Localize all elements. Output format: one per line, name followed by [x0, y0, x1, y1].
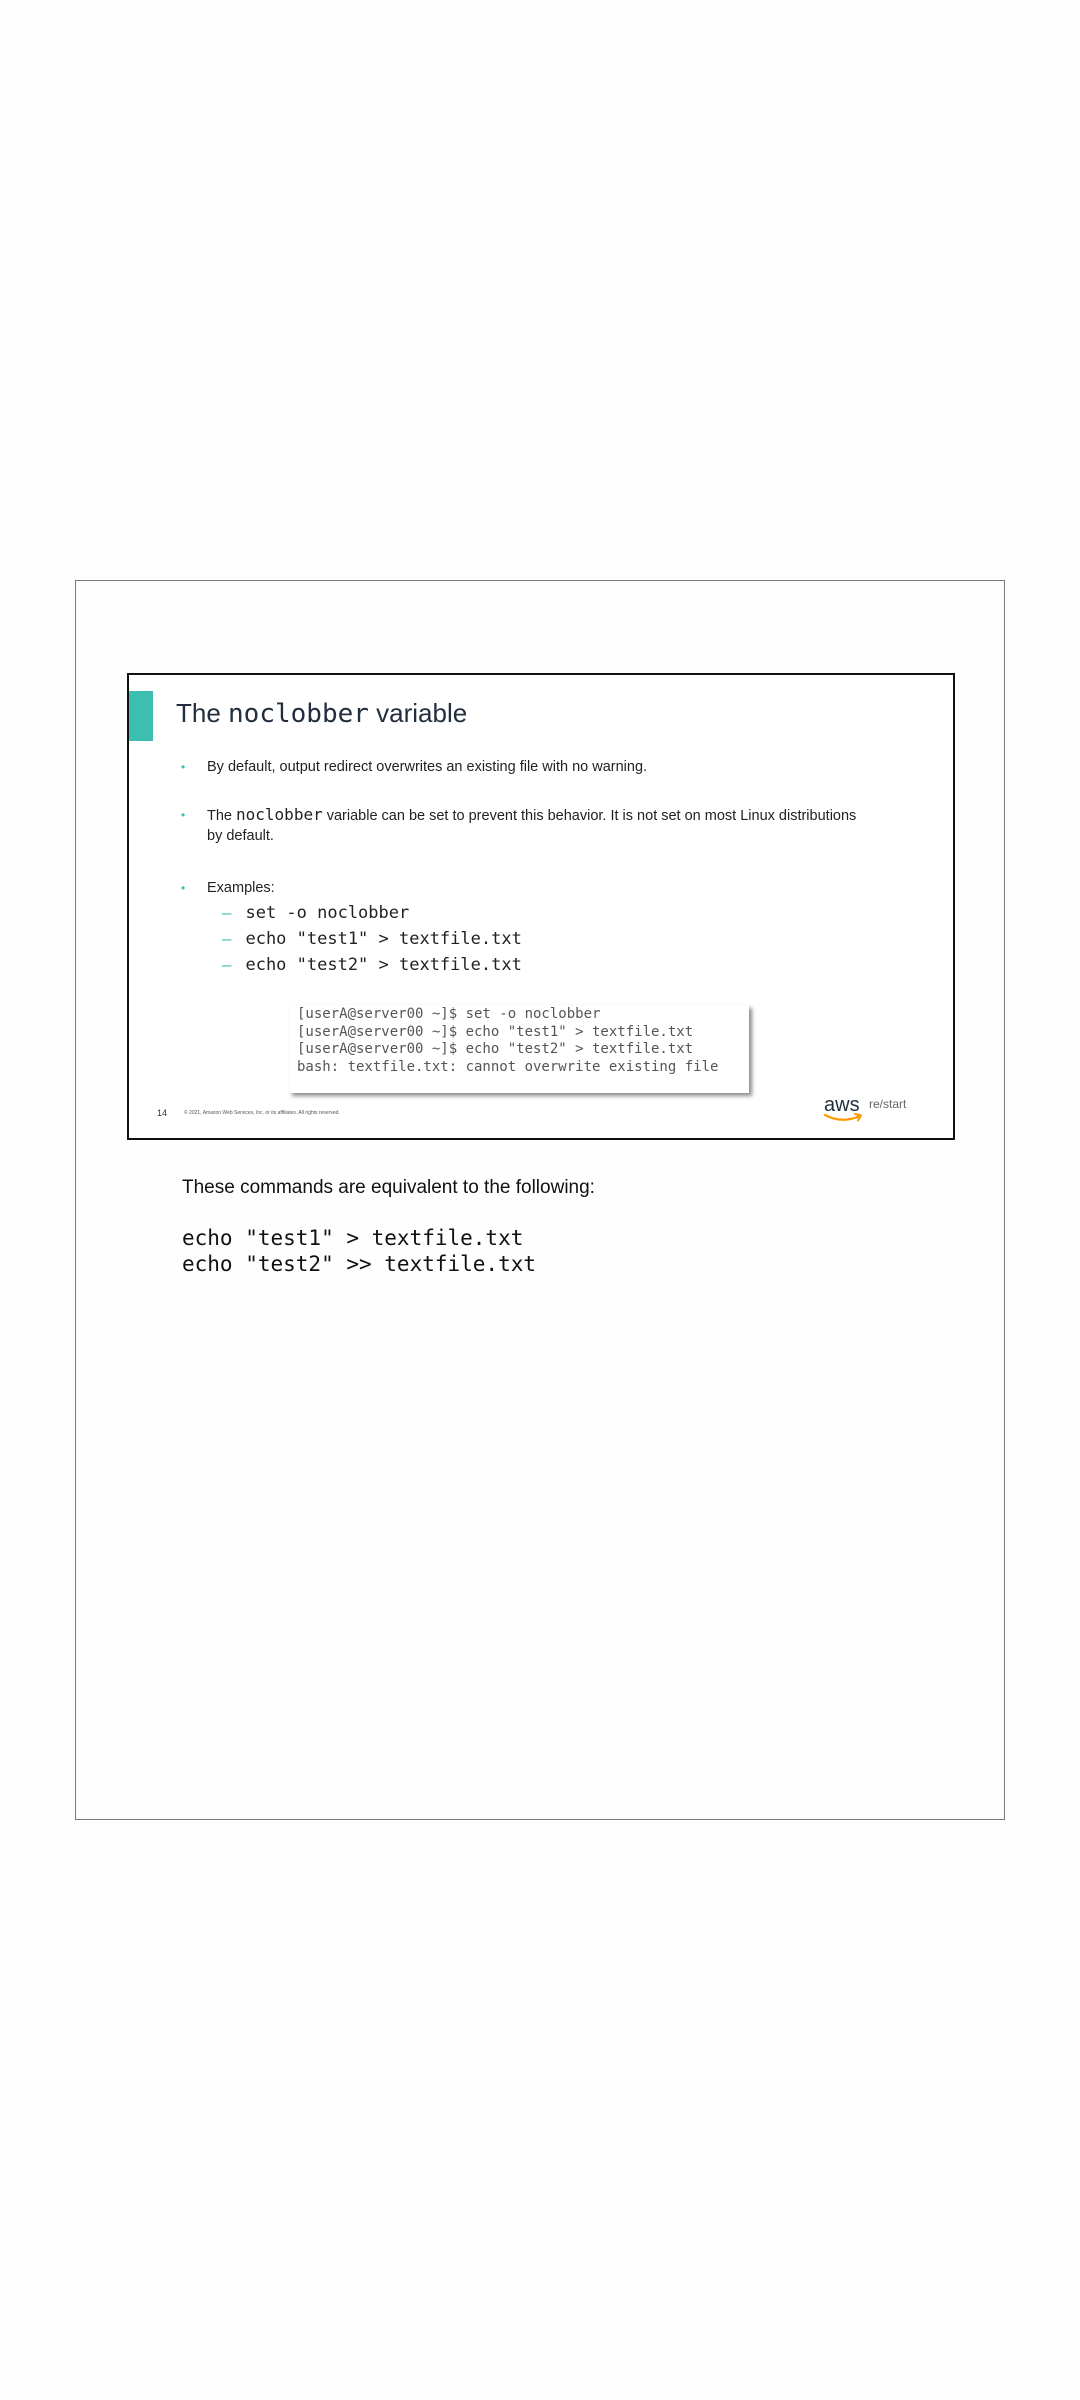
terminal-line: [userA@server00 ~]$ echo "test2" > textf… — [297, 1041, 694, 1057]
bullet-dot-icon: • — [181, 881, 186, 895]
bullet-item: • Examples: — [181, 878, 861, 898]
dash-icon: – — [222, 955, 232, 974]
restart-logo-text: re/start — [869, 1097, 907, 1111]
bullet-text: The noclobber variable can be set to pre… — [207, 805, 861, 846]
example-code: echo "test1" > textfile.txt — [245, 929, 522, 949]
slide-title-prefix: The — [176, 698, 229, 728]
aws-smile-icon — [824, 1113, 862, 1122]
copyright-notice: © 2021, Amazon Web Services, Inc. or its… — [184, 1110, 340, 1116]
example-code: set -o noclobber — [245, 903, 410, 923]
dash-icon: – — [222, 903, 232, 922]
example-item: – echo "test2" > textfile.txt — [222, 953, 522, 977]
notes-code-line: echo "test2" >> textfile.txt — [182, 1252, 537, 1276]
bullet-text-prefix: The — [207, 808, 237, 824]
notes-intro-text: These commands are equivalent to the fol… — [182, 1177, 595, 1198]
terminal-output: [userA@server00 ~]$ set -o noclobber [us… — [289, 1005, 749, 1093]
slide-title-suffix: variable — [368, 698, 468, 728]
bullet-dot-icon: • — [181, 760, 186, 774]
example-item: – set -o noclobber — [222, 901, 409, 925]
bullet-item: • The noclobber variable can be set to p… — [181, 805, 861, 846]
aws-restart-logo: aws re/start — [824, 1094, 924, 1128]
notes-page-canvas: The noclobber variable • By default, out… — [0, 0, 1080, 2400]
bullet-text: By default, output redirect overwrites a… — [207, 759, 648, 775]
slide-title: The noclobber variable — [176, 691, 467, 736]
bullet-dot-icon: • — [181, 808, 186, 822]
terminal-line: bash: textfile.txt: cannot overwrite exi… — [297, 1058, 719, 1075]
bullet-text: Examples: — [207, 880, 275, 896]
dash-icon: – — [222, 929, 232, 948]
example-item: – echo "test1" > textfile.txt — [222, 927, 522, 951]
terminal-line: [userA@server00 ~]$ set -o noclobber — [297, 1006, 601, 1022]
title-accent-bar — [129, 691, 153, 741]
slide-thumbnail: The noclobber variable • By default, out… — [127, 673, 955, 1140]
notes-code-line: echo "test1" > textfile.txt — [182, 1226, 524, 1250]
terminal-line: [userA@server00 ~]$ echo "test1" > textf… — [297, 1023, 694, 1040]
example-code: echo "test2" > textfile.txt — [245, 955, 522, 975]
bullet-inline-code: noclobber — [236, 805, 323, 824]
bullet-item: • By default, output redirect overwrites… — [181, 757, 861, 777]
slide-title-code: noclobber — [228, 699, 369, 729]
slide-number: 14 — [157, 1108, 168, 1118]
